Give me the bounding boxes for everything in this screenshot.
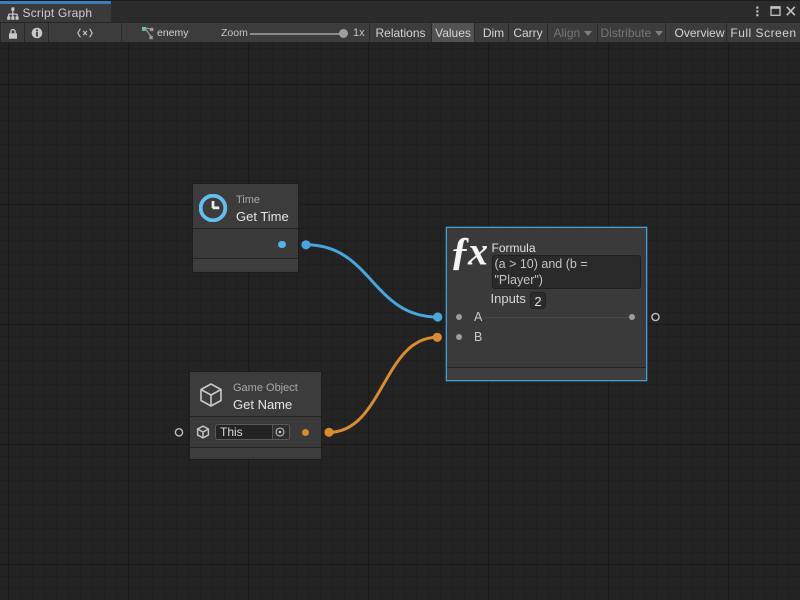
svg-text:ƒx: ƒx — [450, 229, 488, 274]
